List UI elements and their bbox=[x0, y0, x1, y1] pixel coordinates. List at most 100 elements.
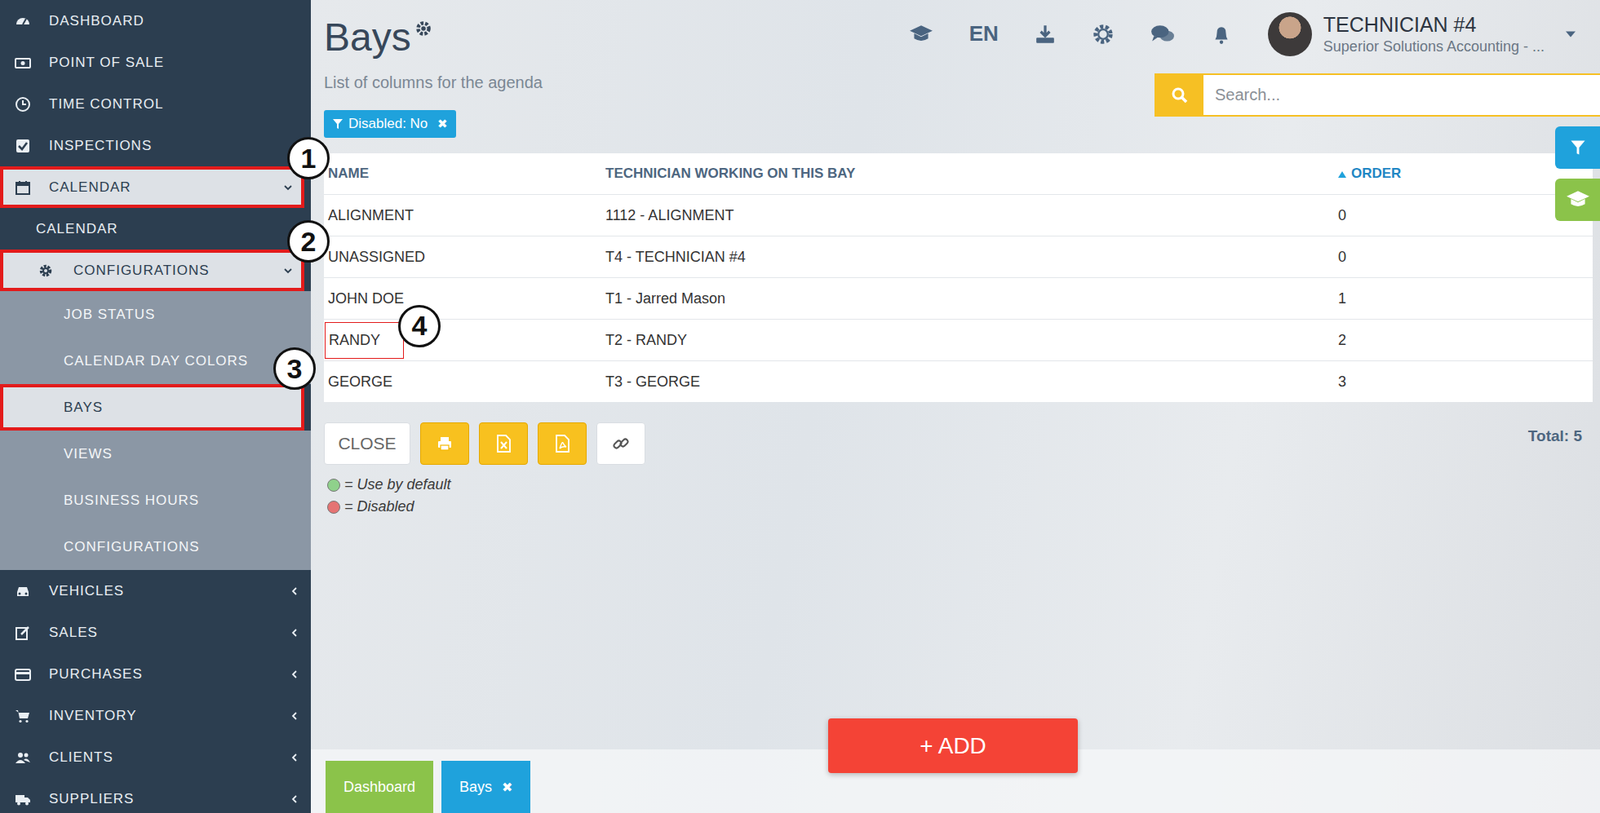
graduation-cap-icon bbox=[1565, 189, 1591, 211]
top-right: EN TECHNICIAN #4 Superior Solutions Acco… bbox=[908, 0, 1600, 138]
print-button[interactable] bbox=[420, 422, 470, 466]
language-selector[interactable]: EN bbox=[969, 21, 999, 47]
close-button[interactable]: CLOSE bbox=[323, 422, 411, 466]
sidebar-item[interactable]: POINT OF SALE bbox=[0, 41, 311, 84]
technician-cell: T4 - TECHNICIAN #4 bbox=[601, 236, 1335, 279]
table-row[interactable]: ALIGNMENT1112 - ALIGNMENT0 bbox=[323, 195, 1593, 237]
clock-icon bbox=[14, 96, 32, 113]
tab-label: Dashboard bbox=[343, 779, 416, 797]
graduation-cap-icon[interactable] bbox=[908, 23, 934, 45]
sidebar-label: BAYS bbox=[63, 399, 305, 417]
sidebar-label: BUSINESS HOURS bbox=[63, 492, 311, 510]
name-cell: RANDY4 bbox=[323, 319, 602, 362]
technician-cell: 1112 - ALIGNMENT bbox=[601, 195, 1335, 237]
sidebar: DASHBOARD POINT OF SALE TIME CONTROL INS… bbox=[0, 0, 311, 813]
column-header[interactable]: TECHNICIAN WORKING ON THIS BAY bbox=[601, 153, 1335, 196]
sidebar-label: INVENTORY bbox=[48, 708, 290, 725]
chevron-left-icon bbox=[289, 628, 300, 639]
technician-cell: T2 - RANDY bbox=[601, 319, 1335, 362]
money-icon bbox=[14, 54, 32, 71]
sidebar-subitem[interactable]: CONFIGURATIONS 2 bbox=[0, 249, 305, 292]
pdf-file-icon bbox=[554, 434, 571, 453]
table-row[interactable]: RANDY4 T2 - RANDY2 bbox=[323, 319, 1593, 362]
chevron-left-icon bbox=[289, 669, 300, 680]
chevron-left-icon bbox=[289, 794, 300, 805]
filter-panel-button[interactable] bbox=[1555, 126, 1600, 169]
order-cell: 3 bbox=[1334, 361, 1593, 404]
table-row[interactable]: UNASSIGNEDT4 - TECHNICIAN #40 bbox=[323, 236, 1593, 279]
sidebar-item[interactable]: CALENDAR 1 bbox=[0, 166, 305, 209]
sidebar-item[interactable]: DASHBOARD bbox=[0, 0, 311, 42]
filter-chip[interactable]: Disabled: No ✖ bbox=[323, 110, 457, 138]
bottom-tab[interactable]: Bays ✖ bbox=[441, 761, 531, 813]
table-row[interactable]: JOHN DOET1 - Jarred Mason1 bbox=[323, 278, 1593, 320]
chat-icon[interactable] bbox=[1150, 23, 1175, 45]
bottom-tab[interactable]: Dashboard bbox=[325, 761, 434, 813]
sidebar-subitem[interactable]: JOB STATUS bbox=[0, 291, 311, 338]
user-name: TECHNICIAN #4 bbox=[1323, 12, 1545, 37]
legend-label: = Disabled bbox=[344, 498, 415, 516]
sidebar-item[interactable]: SUPPLIERS bbox=[0, 778, 311, 813]
tutorial-button[interactable] bbox=[1555, 178, 1600, 222]
total-count: Total: 5 bbox=[1528, 427, 1583, 466]
tab-close[interactable]: ✖ bbox=[501, 780, 513, 796]
column-header[interactable]: NAME bbox=[323, 153, 602, 196]
order-cell: 2 bbox=[1334, 319, 1593, 362]
sidebar-item[interactable]: PURCHASES bbox=[0, 653, 311, 696]
column-header[interactable]: ORDER bbox=[1334, 153, 1593, 196]
technician-cell: T3 - GEORGE bbox=[601, 361, 1335, 404]
sidebar-subitem[interactable]: CONFIGURATIONS bbox=[0, 523, 311, 571]
filter-chip-remove[interactable]: ✖ bbox=[437, 116, 448, 132]
gear-icon[interactable] bbox=[414, 19, 433, 38]
settings-icon[interactable] bbox=[1091, 22, 1115, 46]
sidebar-label: SUPPLIERS bbox=[48, 791, 290, 808]
chevron-down-icon bbox=[283, 182, 293, 193]
chevron-left-icon bbox=[289, 711, 300, 722]
sidebar-subitem[interactable]: CALENDAR DAY COLORS bbox=[0, 337, 311, 385]
page-subtitle: List of columns for the agenda bbox=[323, 72, 543, 93]
download-icon[interactable] bbox=[1034, 23, 1056, 45]
title-block: Bays List of columns for the agenda Disa… bbox=[323, 0, 543, 138]
highlight-box: RANDY4 bbox=[324, 322, 404, 360]
add-button[interactable]: + ADD bbox=[828, 718, 1078, 774]
sidebar-subitem[interactable]: VIEWS bbox=[0, 430, 311, 478]
sidebar-label: CLIENTS bbox=[48, 749, 290, 767]
callout-marker: 2 bbox=[287, 220, 330, 263]
sidebar-label: DASHBOARD bbox=[48, 13, 311, 30]
caret-down-icon bbox=[1565, 31, 1576, 38]
sidebar-subitem[interactable]: BUSINESS HOURS bbox=[0, 477, 311, 524]
chevron-down-icon bbox=[283, 265, 293, 276]
name-cell: UNASSIGNED bbox=[323, 236, 602, 279]
printer-icon bbox=[436, 435, 453, 453]
legend-label: = Use by default bbox=[344, 476, 452, 494]
main-content: Bays List of columns for the agenda Disa… bbox=[310, 0, 1600, 813]
search-input[interactable] bbox=[1203, 75, 1600, 116]
technician-cell: T1 - Jarred Mason bbox=[601, 278, 1335, 320]
legend-item: = Disabled bbox=[327, 498, 1600, 516]
excel-export-button[interactable] bbox=[478, 422, 528, 466]
link-button[interactable] bbox=[596, 422, 646, 466]
legend-dot bbox=[327, 500, 341, 515]
legend: = Use by default = Disabled bbox=[323, 476, 1600, 516]
sidebar-item[interactable]: INSPECTIONS bbox=[0, 124, 311, 167]
sort-ascending-icon bbox=[1338, 171, 1347, 178]
legend-dot bbox=[327, 478, 341, 492]
chevron-left-icon bbox=[289, 586, 300, 597]
tab-label: Bays bbox=[459, 779, 492, 797]
sidebar-item[interactable]: SALES bbox=[0, 611, 311, 654]
bell-icon[interactable] bbox=[1210, 23, 1233, 45]
name-cell: ALIGNMENT bbox=[323, 195, 602, 237]
users-icon bbox=[14, 749, 32, 767]
sidebar-item[interactable]: CLIENTS bbox=[0, 736, 311, 779]
user-menu[interactable]: TECHNICIAN #4 Superior Solutions Account… bbox=[1267, 12, 1576, 57]
callout-marker: 3 bbox=[273, 347, 316, 391]
sidebar-item[interactable]: VEHICLES bbox=[0, 570, 311, 612]
pdf-export-button[interactable] bbox=[537, 422, 587, 466]
sidebar-subitem[interactable]: BAYS 3 bbox=[0, 384, 305, 431]
sidebar-item[interactable]: INVENTORY bbox=[0, 695, 311, 737]
sidebar-subitem[interactable]: CALENDAR bbox=[0, 208, 311, 250]
callout-marker: 4 bbox=[398, 305, 441, 348]
table-row[interactable]: GEORGET3 - GEORGE3 bbox=[323, 361, 1593, 404]
search-button[interactable] bbox=[1156, 75, 1204, 116]
sidebar-item[interactable]: TIME CONTROL bbox=[0, 83, 311, 125]
